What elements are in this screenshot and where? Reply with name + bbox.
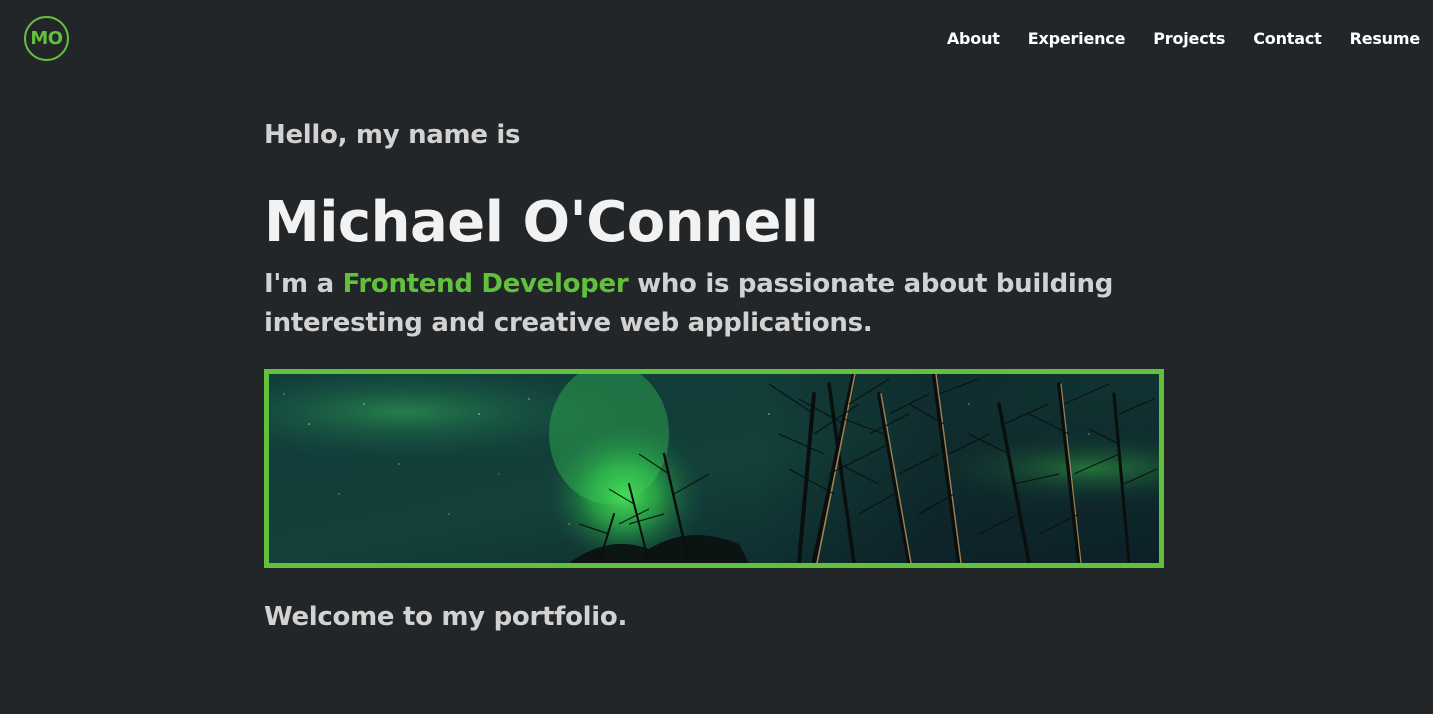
aurora-banner-image bbox=[264, 369, 1164, 568]
tagline-prefix: I'm a bbox=[264, 269, 343, 299]
nav-item-about[interactable]: About bbox=[947, 28, 1000, 50]
logo-text: MO bbox=[30, 28, 63, 49]
aurora-illustration bbox=[269, 374, 1159, 563]
hero-name: Michael O'Connell bbox=[264, 190, 819, 255]
welcome-text: Welcome to my portfolio. bbox=[264, 602, 628, 632]
tagline-highlight: Frontend Developer bbox=[342, 269, 629, 299]
nav-item-experience[interactable]: Experience bbox=[1028, 28, 1126, 50]
hero-tagline: I'm a Frontend Developer who is passiona… bbox=[264, 265, 1164, 343]
logo-mo[interactable]: MO bbox=[24, 16, 69, 61]
top-navigation: About Experience Projects Contact Resume bbox=[947, 28, 1420, 50]
nav-item-resume[interactable]: Resume bbox=[1350, 28, 1421, 50]
nav-item-projects[interactable]: Projects bbox=[1153, 28, 1225, 50]
nav-item-contact[interactable]: Contact bbox=[1253, 28, 1322, 50]
hero-section: Hello, my name is Michael O'Connell I'm … bbox=[264, 117, 1164, 343]
greeting-text: Hello, my name is bbox=[264, 120, 521, 150]
page: MO About Experience Projects Contact Res… bbox=[0, 0, 1433, 714]
